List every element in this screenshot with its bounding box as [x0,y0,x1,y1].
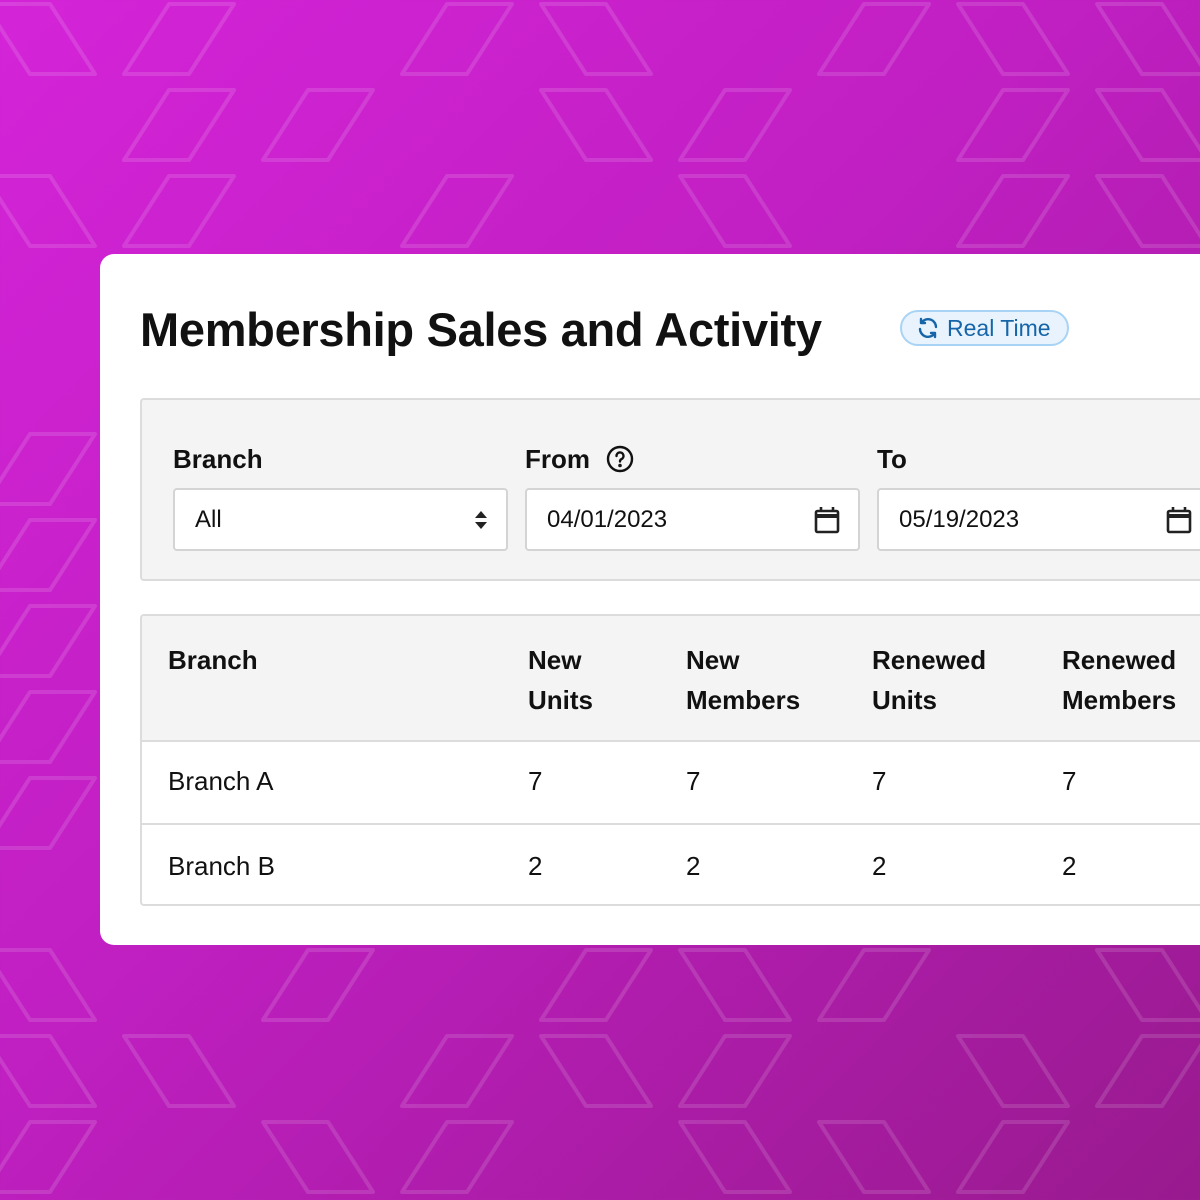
badge-label: Real Time [947,314,1051,341]
branch-filter: Branch All [173,442,508,551]
table-header: Branch New Units New Members Renewed Units … [142,616,1200,742]
pattern-shape [539,1034,653,1108]
from-label-wrap: From [525,442,860,476]
refresh-icon [918,317,938,339]
real-time-badge: Real Time [900,310,1069,346]
cell-renewed-members: 7 [1062,766,1077,796]
pattern-shape [400,1034,514,1108]
pattern-shape [122,2,236,76]
table-row: Branch A 7 7 7 7 [142,740,1200,825]
column-header-renewed-members[interactable]: Renewed Members [1062,640,1176,720]
pattern-shape [0,948,97,1022]
from-date-input[interactable]: 04/01/2023 [525,488,860,551]
cell-new-members: 7 [686,766,701,796]
pattern-shape [1095,2,1200,76]
pattern-shape [678,948,792,1022]
help-circle-icon[interactable] [606,445,634,473]
page-title: Membership Sales and Activity [140,303,822,356]
table-row: Branch B 2 2 2 2 [142,825,1200,904]
to-date-input[interactable]: 05/19/2023 [877,488,1200,551]
pattern-shape [0,432,97,506]
column-header-new-members[interactable]: New Members [686,640,800,720]
pattern-shape [1095,1034,1200,1108]
pattern-shape [261,88,375,162]
report-card: Membership Sales and Activity Real Time … [100,254,1200,945]
calendar-icon[interactable] [1166,506,1192,534]
pattern-shape [539,948,653,1022]
pattern-shape [0,1034,97,1108]
cell-new-units: 7 [528,766,543,796]
column-header-branch[interactable]: Branch [168,640,258,680]
pattern-shape [817,1120,931,1194]
from-filter: From 04/01/2023 [525,442,860,551]
filter-panel: Branch All From 04/01/2023 To 05/19/2023 [140,398,1200,581]
pattern-shape [0,518,97,592]
cell-renewed-members: 2 [1062,851,1077,881]
pattern-shape [0,776,97,850]
pattern-shape [539,88,653,162]
cell-renewed-units: 2 [872,851,887,881]
pattern-shape [0,2,97,76]
pattern-shape [0,604,97,678]
pattern-shape [956,1120,1070,1194]
calendar-icon[interactable] [814,506,840,534]
pattern-shape [956,174,1070,248]
pattern-shape [817,948,931,1022]
pattern-shape [817,2,931,76]
pattern-shape [0,1120,97,1194]
membership-table: Branch New Units New Members Renewed Units … [140,614,1200,906]
branch-label: Branch [173,443,263,474]
column-header-new-units[interactable]: New Units [528,640,593,720]
branch-select[interactable]: All [173,488,508,551]
pattern-shape [0,174,97,248]
to-filter: To 05/19/2023 [877,442,1200,551]
pattern-shape [1095,948,1200,1022]
cell-branch: Branch B [168,851,275,881]
from-label: From [525,443,590,474]
pattern-shape [261,1120,375,1194]
pattern-shape [678,88,792,162]
pattern-shape [122,1034,236,1108]
pattern-shape [539,2,653,76]
pattern-shape [0,690,97,764]
to-label: To [877,443,907,474]
pattern-shape [1095,174,1200,248]
pattern-shape [122,174,236,248]
pattern-shape [956,2,1070,76]
pattern-shape [678,1120,792,1194]
cell-branch: Branch A [168,766,274,796]
pattern-shape [122,88,236,162]
cell-renewed-units: 7 [872,766,887,796]
pattern-shape [400,174,514,248]
sort-arrows-icon [475,510,487,529]
to-date-value: 05/19/2023 [899,505,1020,533]
branch-select-value: All [195,505,222,533]
cell-new-members: 2 [686,851,701,881]
pattern-shape [261,948,375,1022]
pattern-shape [678,1034,792,1108]
pattern-shape [678,174,792,248]
pattern-shape [956,1034,1070,1108]
cell-new-units: 2 [528,851,543,881]
column-header-renewed-units[interactable]: Renewed Units [872,640,986,720]
pattern-shape [400,2,514,76]
pattern-shape [400,1120,514,1194]
pattern-shape [1095,88,1200,162]
from-date-value: 04/01/2023 [547,505,668,533]
pattern-shape [956,88,1070,162]
